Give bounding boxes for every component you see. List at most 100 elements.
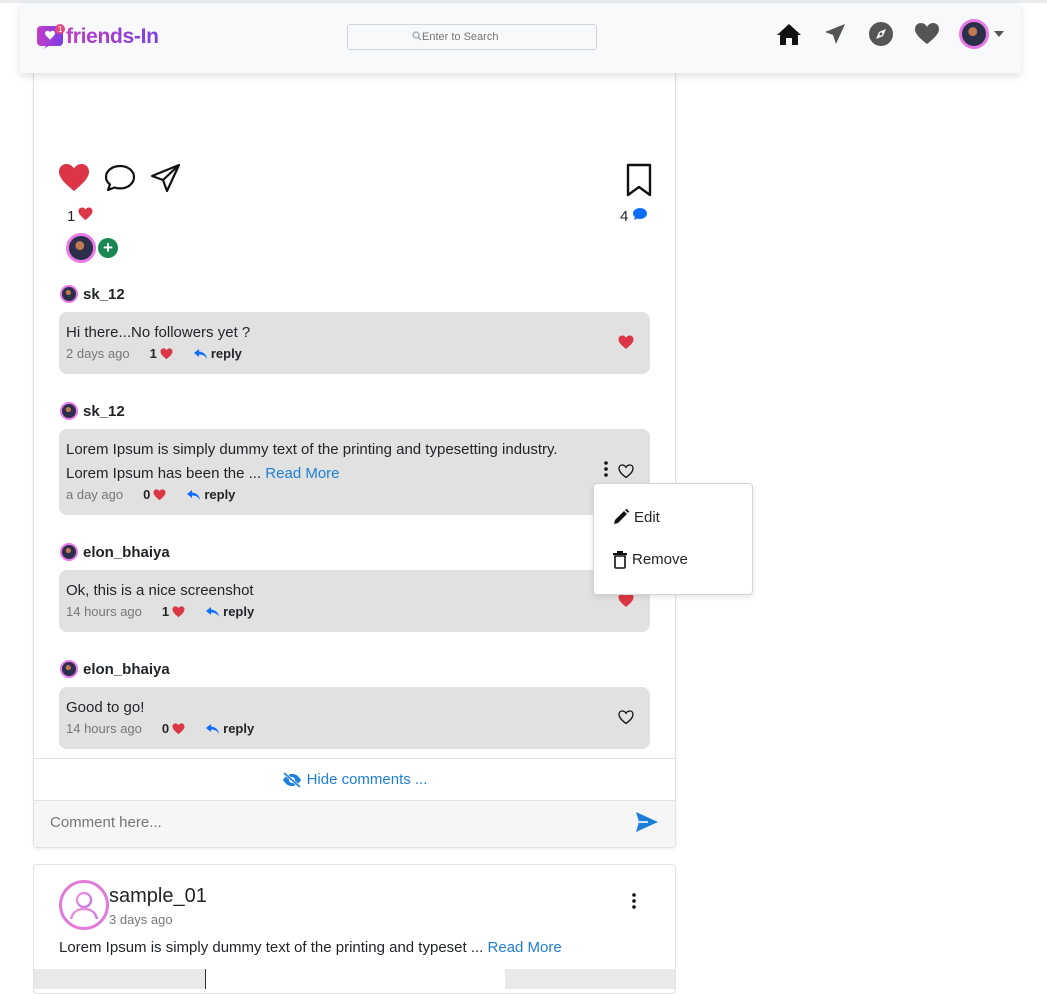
avatar	[60, 285, 78, 303]
reply-icon	[206, 723, 220, 734]
comment-username: sk_12	[83, 402, 125, 420]
brand[interactable]: 1 friends-In	[36, 23, 159, 51]
chevron-down-icon[interactable]	[994, 31, 1004, 37]
comment-meta: 14 hours ago 1 reply	[66, 604, 643, 619]
more-options-icon[interactable]	[604, 461, 608, 482]
comment-likes-count: 0	[143, 487, 151, 502]
reply-label: reply	[210, 346, 242, 361]
comment-bubble: Ok, this is a nice screenshot 14 hours a…	[59, 570, 650, 632]
post-actions	[58, 163, 196, 193]
comment-composer	[34, 800, 675, 847]
post-time: 3 days ago	[109, 912, 173, 927]
reply-label: reply	[204, 487, 236, 502]
avatar	[60, 402, 78, 420]
avatar[interactable]	[59, 880, 109, 930]
heart-icon[interactable]	[618, 335, 634, 355]
edit-menu-item[interactable]: Edit	[612, 508, 660, 526]
comment-time: 2 days ago	[66, 346, 130, 361]
comment-meta: a day ago 0 reply	[66, 487, 643, 502]
post-card: sample_01 3 days ago Lorem Ipsum is simp…	[33, 864, 676, 994]
compass-icon[interactable]	[867, 20, 895, 48]
search-box[interactable]	[347, 24, 597, 50]
reply-icon	[187, 489, 201, 500]
more-options-icon[interactable]	[632, 893, 636, 914]
comment-author[interactable]: elon_bhaiya	[60, 543, 170, 561]
avatar[interactable]	[66, 233, 96, 263]
comment-author[interactable]: sk_12	[60, 402, 125, 420]
chat-icon	[632, 207, 648, 225]
read-more-link[interactable]: Read More	[265, 465, 339, 482]
reply-button[interactable]: reply	[193, 346, 242, 361]
comment-likes[interactable]: 1	[162, 604, 185, 619]
hide-comments-button[interactable]: Hide comments ...	[34, 758, 675, 800]
post-image-content	[205, 969, 505, 989]
search-icon	[412, 30, 422, 44]
heart-icon[interactable]	[618, 593, 634, 613]
bookmark-icon[interactable]	[625, 163, 653, 202]
comment-meta: 2 days ago 1 reply	[66, 346, 643, 361]
comment-username: sk_12	[83, 285, 125, 303]
comment-likes-count: 0	[161, 721, 170, 736]
heart-notification-icon: 1	[36, 23, 66, 51]
reply-button[interactable]: reply	[205, 721, 254, 736]
comment-bubble: Hi there...No followers yet ? 2 days ago…	[59, 312, 650, 374]
post-caption-text: Lorem Ipsum is simply dummy text of the …	[59, 939, 484, 956]
comment-author[interactable]: elon_bhaiya	[60, 660, 170, 678]
post-card: 1 4 + sk_12 Hi there...No followers yet …	[33, 70, 676, 848]
comments-count[interactable]: 4	[620, 207, 648, 225]
add-icon[interactable]: +	[98, 238, 118, 258]
post-image[interactable]	[34, 969, 675, 989]
post-caption: Lorem Ipsum is simply dummy text of the …	[59, 939, 562, 956]
pencil-icon	[614, 508, 630, 524]
reply-label: reply	[223, 604, 255, 619]
likes-number: 1	[67, 207, 76, 225]
send-icon[interactable]	[635, 811, 659, 838]
reply-button[interactable]: reply	[205, 604, 254, 619]
reply-icon	[206, 606, 220, 617]
send-icon[interactable]	[821, 20, 849, 48]
heart-icon	[172, 605, 185, 617]
comment-bubble: Lorem Ipsum is simply dummy text of the …	[59, 429, 650, 515]
comment-input[interactable]	[50, 814, 590, 831]
comment-author[interactable]: sk_12	[60, 285, 125, 303]
svg-text:1: 1	[58, 25, 63, 34]
comment-likes[interactable]: 0	[162, 721, 185, 736]
comment-icon[interactable]	[104, 163, 136, 193]
avatar[interactable]	[959, 19, 989, 49]
heart-icon	[153, 488, 166, 500]
likes-count[interactable]: 1	[67, 207, 93, 225]
reply-button[interactable]: reply	[186, 487, 235, 502]
comment-likes-count: 1	[149, 346, 157, 361]
remove-menu-item[interactable]: Remove	[612, 550, 688, 569]
comment-text: Lorem Ipsum is simply dummy text of the …	[66, 438, 586, 486]
heart-outline-icon[interactable]	[618, 710, 634, 730]
hide-comments-label: Hide comments ...	[306, 771, 428, 788]
home-icon[interactable]	[775, 20, 803, 48]
comment-text: Ok, this is a nice screenshot	[66, 582, 254, 599]
search-input[interactable]	[422, 31, 532, 43]
comment-time: 14 hours ago	[66, 604, 142, 619]
comment-time: a day ago	[66, 487, 124, 502]
avatar	[60, 543, 78, 561]
comment-time: 14 hours ago	[66, 721, 142, 736]
comment-likes-count: 1	[161, 604, 170, 619]
comment-text: Good to go!	[66, 699, 145, 716]
eye-slash-icon	[282, 771, 301, 788]
comment-options-menu: Edit Remove	[593, 483, 753, 595]
comment-likes[interactable]: 1	[150, 346, 173, 361]
read-more-link[interactable]: Read More	[488, 939, 562, 956]
comment-likes[interactable]: 0	[143, 487, 166, 502]
remove-label: Remove	[632, 551, 688, 568]
comment-username: elon_bhaiya	[83, 660, 170, 678]
trash-icon	[613, 551, 627, 569]
like-icon[interactable]	[58, 163, 90, 193]
reply-label: reply	[223, 721, 255, 736]
heart-outline-icon[interactable]	[618, 464, 634, 484]
comment-meta: 14 hours ago 0 reply	[66, 721, 643, 736]
heart-icon[interactable]	[913, 20, 941, 48]
comment-bubble: Good to go! 14 hours ago 0 reply	[59, 687, 650, 749]
share-icon[interactable]	[150, 163, 182, 193]
comment-text: Hi there...No followers yet ?	[66, 324, 251, 341]
heart-icon	[78, 207, 93, 225]
post-username[interactable]: sample_01	[109, 885, 207, 908]
